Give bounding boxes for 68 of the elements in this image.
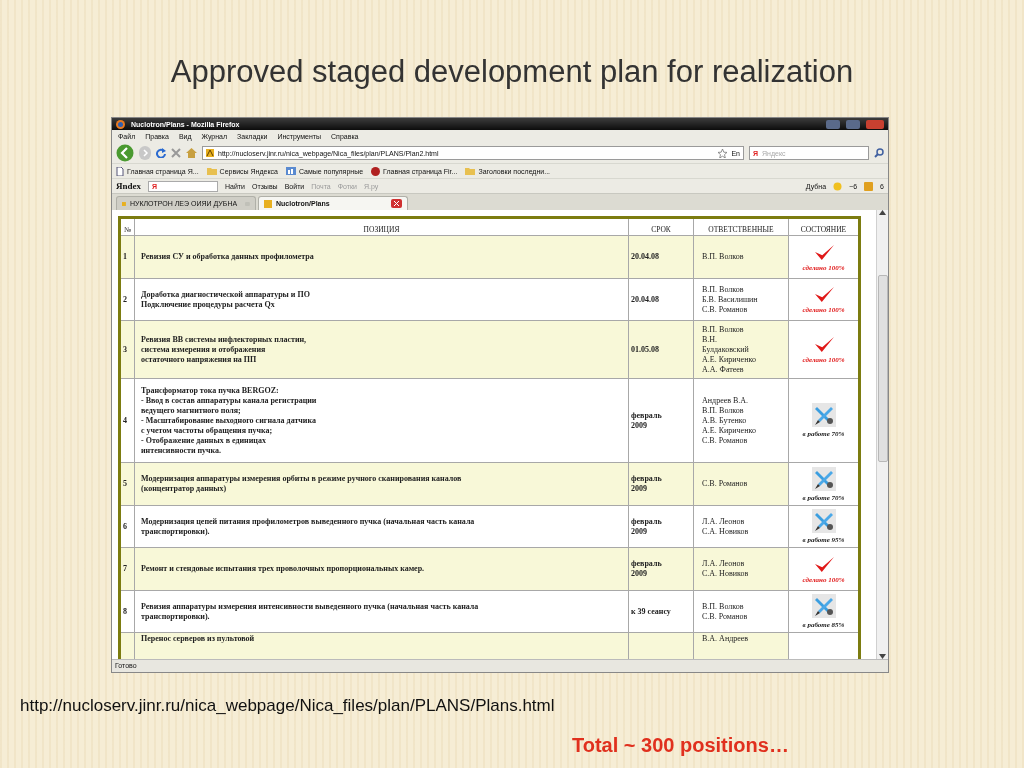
responsible-names: В.П. Волков	[702, 252, 744, 261]
deadline-text: 20.04.08	[631, 294, 659, 304]
deadline-text: февраль 2009	[631, 410, 662, 430]
row-number: 3	[123, 344, 127, 354]
position-text: Ремонт и стендовые испытания трех проволочных пропорциональных камер.	[141, 564, 425, 573]
tools-icon	[811, 466, 836, 491]
position-text: Модернизация цепей питания профилометров выведенного пучка (начальная часть канала транспортировки).	[141, 516, 475, 536]
star-icon[interactable]	[718, 148, 728, 158]
responsible-names: В.А. Андреев	[702, 634, 749, 643]
source-url: http://nucloserv.jinr.ru/nica_webpage/Nica_files/plan/PLANS/Plans.html	[20, 696, 555, 716]
minimize-button[interactable]	[826, 119, 840, 129]
tools-icon	[811, 403, 836, 427]
responsible-names: Л.А. Леонов С.А. Новиков	[702, 559, 749, 578]
site-icon	[206, 149, 214, 157]
tab-close-icon[interactable]	[391, 199, 402, 208]
deadline-text: февраль 2009	[631, 516, 662, 536]
row-number: 5	[123, 479, 127, 488]
row-number: 2	[123, 294, 127, 304]
folder-icon	[465, 167, 476, 175]
yandex-logo[interactable]: Яndex	[116, 181, 141, 191]
search-icon[interactable]	[874, 148, 884, 158]
responsible-names: Андреев В.А. В.П. Волков А.В. Бутенко А.Е. Кириченко С.В. Романов	[702, 395, 756, 445]
slide-title: Approved staged development plan for realization	[169, 53, 855, 91]
chart-folder-icon	[286, 167, 296, 175]
row-number: 6	[123, 521, 127, 531]
row-number: 1	[123, 252, 127, 261]
deadline-text: к 39 сеансу	[631, 606, 671, 616]
responsible-names: Л.А. Леонов С.А. Новиков	[702, 516, 749, 536]
browser-logo-icon	[116, 119, 125, 129]
back-button[interactable]	[116, 144, 134, 162]
check-icon	[812, 335, 835, 353]
deadline-text: февраль 2009	[631, 559, 662, 578]
check-icon	[812, 242, 835, 261]
row-number: 8	[123, 606, 127, 616]
tools-icon	[811, 594, 836, 618]
position-text: Ревизия СУ и обработка данных профилометра	[141, 252, 314, 261]
mail-icon	[864, 181, 874, 191]
maximize-button[interactable]	[846, 119, 860, 129]
page-icon	[116, 166, 124, 176]
stop-icon[interactable]	[171, 148, 181, 158]
forward-button[interactable]	[139, 146, 151, 160]
scrollbar[interactable]	[876, 210, 888, 659]
responsible-names: С.В. Романов	[702, 479, 748, 488]
position-text: Ревизия ВВ системы инфлекторных пластин, система измерения и отображения остаточного напряжения на ПП	[141, 334, 307, 364]
position-text: Модернизация аппаратуры измерения орбиты в режиме ручного сканирования каналов (концентратор данных)	[141, 474, 462, 493]
tools-icon	[811, 509, 836, 533]
deadline-text: 20.04.08	[631, 252, 659, 261]
deadline-text: 01.05.08	[631, 344, 659, 354]
row-number: 4	[123, 415, 127, 425]
position-text: Перенос серверов из пультовой	[141, 634, 255, 643]
responsible-names: В.П. Волков В.Н. Булдаковский А.Е. Кириченко А.А. Фатеев	[702, 324, 756, 374]
close-button[interactable]	[866, 119, 884, 129]
site-icon	[122, 199, 126, 208]
footer-note: Total ~ 300 positions…	[572, 734, 789, 756]
home-icon[interactable]	[186, 148, 197, 158]
site-icon	[264, 199, 272, 208]
sun-icon	[833, 181, 843, 191]
responsible-names: В.П. Волков С.В. Романов	[702, 601, 748, 621]
folder-icon	[206, 167, 217, 175]
deadline-text: февраль 2009	[631, 474, 662, 493]
responsible-names: В.П. Волков Б.В. Василишин С.В. Романов	[702, 284, 758, 314]
reload-icon[interactable]	[156, 148, 166, 158]
position-text: Доработка диагностической аппаратуры и ПО Подключение процедуры расчета Qx	[141, 289, 310, 309]
row-number: 7	[123, 564, 127, 573]
position-text: Трансформатор тока пучка BERGOZ: - Ввод в состав аппаратуры канала регистрации ведущего магнитного поля; - Масштабирование выходного сигнала датчика с учетом частоты обращения пучка; - Отображение данных в единицах интенсивности пучка.	[141, 385, 317, 455]
position-text: Ревизия аппаратуры измерения интенсивности выведенного пучка (начальная часть канала транспортировки).	[141, 601, 479, 621]
check-icon	[812, 554, 835, 573]
check-icon	[812, 285, 835, 303]
